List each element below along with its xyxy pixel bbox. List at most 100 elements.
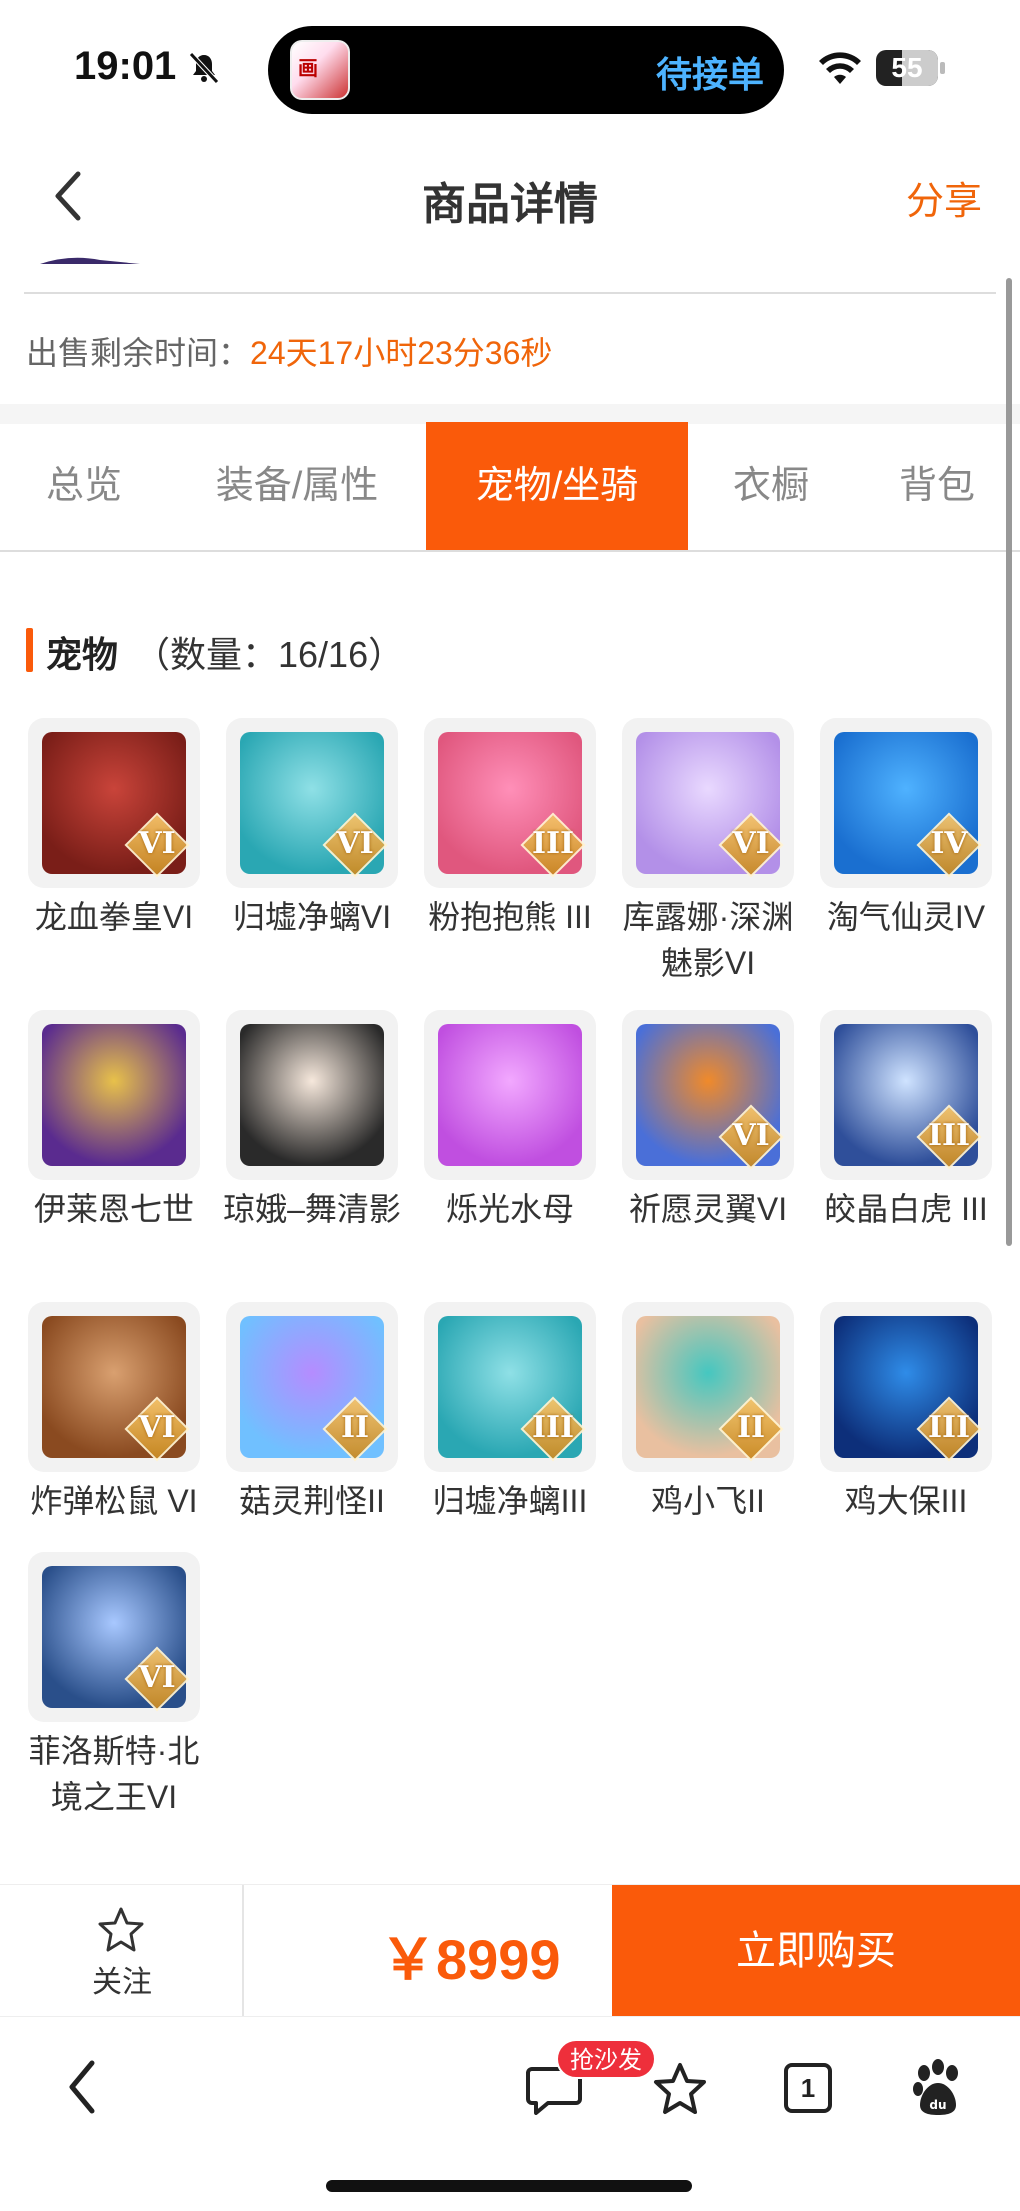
rank-badge-icon: VI bbox=[718, 812, 784, 878]
pet-name: 归墟净螭VI bbox=[232, 899, 392, 935]
scrollbar[interactable] bbox=[1006, 278, 1012, 1246]
pet-name: 祈愿灵翼VI bbox=[628, 1191, 788, 1227]
rank-badge-label: VI bbox=[138, 1410, 176, 1445]
follow-label: 关注 bbox=[92, 1966, 152, 1999]
pet-image bbox=[42, 1024, 186, 1166]
bell-off-icon bbox=[189, 52, 219, 84]
section-accent-bar bbox=[26, 628, 33, 672]
rank-badge-label: VI bbox=[336, 826, 374, 861]
rank-badge-icon: VI bbox=[322, 812, 388, 878]
rank-badge-label: III bbox=[531, 1410, 575, 1445]
rank-badge-icon: II bbox=[322, 1396, 388, 1462]
pet-card: III bbox=[424, 1302, 596, 1472]
browser-back-icon[interactable] bbox=[62, 2057, 102, 2117]
rank-badge-icon: IV bbox=[916, 812, 982, 878]
rank-badge-icon: III bbox=[916, 1396, 982, 1462]
page-header: 商品详情 分享 bbox=[0, 140, 1020, 250]
purchase-bar: 关注 ￥8999 立即购买 bbox=[0, 1884, 1020, 2017]
share-button[interactable]: 分享 bbox=[906, 170, 982, 225]
sale-remaining-time: 出售剩余时间：24天17小时23分36秒 bbox=[26, 328, 552, 374]
pet-card: II bbox=[226, 1302, 398, 1472]
comment-badge: 抢沙发 bbox=[556, 2039, 656, 2079]
pet-image bbox=[240, 1024, 384, 1166]
pet-card bbox=[28, 1010, 200, 1180]
pet-card: III bbox=[424, 718, 596, 888]
page-title: 商品详情 bbox=[422, 180, 598, 229]
pet-name: 龙血拳皇VI bbox=[34, 899, 194, 935]
follow-button[interactable]: 关注 bbox=[0, 1885, 244, 2017]
pet-name: 鸡大保III bbox=[844, 1483, 968, 1519]
rank-badge-label: IV bbox=[930, 826, 968, 861]
pet-card: II bbox=[622, 1302, 794, 1472]
rank-badge-icon: III bbox=[520, 812, 586, 878]
battery-icon: 55 bbox=[876, 50, 946, 86]
tab-count-button[interactable]: 1 bbox=[784, 2063, 832, 2113]
pet-card: VI bbox=[622, 718, 794, 888]
pet-card: IV bbox=[820, 718, 992, 888]
tab-equipment[interactable]: 装备/属性 bbox=[168, 422, 426, 550]
tab-pets-mounts[interactable]: 宠物/坐骑 bbox=[426, 422, 688, 550]
rank-badge-icon: VI bbox=[124, 812, 190, 878]
pet-name: 库露娜·深渊魅影VI bbox=[622, 899, 794, 981]
pet-card bbox=[226, 1010, 398, 1180]
tab-backpack[interactable]: 背包 bbox=[854, 422, 1020, 550]
pet-name: 伊莱恩七世 bbox=[33, 1191, 194, 1227]
section-title: 宠物 bbox=[46, 634, 119, 675]
pet-name: 菇灵荆怪II bbox=[239, 1483, 385, 1519]
rank-badge-label: VI bbox=[732, 1118, 770, 1153]
rank-badge-icon: VI bbox=[718, 1104, 784, 1170]
battery-level: 55 bbox=[891, 52, 923, 83]
price: ￥8999 bbox=[380, 1928, 561, 1991]
rank-badge-icon: VI bbox=[124, 1396, 190, 1462]
pet-image bbox=[438, 1024, 582, 1166]
pet-card: VI bbox=[226, 718, 398, 888]
baidu-paw-icon[interactable]: du bbox=[912, 2059, 964, 2117]
tab-wardrobe[interactable]: 衣橱 bbox=[688, 422, 854, 550]
pet-name: 归墟净螭III bbox=[432, 1483, 588, 1519]
rank-badge-icon: III bbox=[520, 1396, 586, 1462]
pet-name: 琼娥–舞清影 bbox=[223, 1191, 401, 1227]
pet-card: III bbox=[820, 1302, 992, 1472]
pet-name: 炸弹松鼠 VI bbox=[30, 1483, 198, 1519]
rank-badge-label: III bbox=[927, 1410, 971, 1445]
rank-badge-label: VI bbox=[138, 826, 176, 861]
pet-card: VI bbox=[622, 1010, 794, 1180]
rank-badge-icon: III bbox=[916, 1104, 982, 1170]
section-gap bbox=[0, 404, 1020, 424]
rank-badge-label: II bbox=[340, 1410, 370, 1445]
status-time: 19:01 bbox=[74, 44, 177, 88]
rank-badge-label: VI bbox=[732, 826, 770, 861]
pet-card: VI bbox=[28, 1302, 200, 1472]
rank-badge-label: III bbox=[927, 1118, 971, 1153]
dynamic-island[interactable]: 画 待接单 bbox=[268, 26, 784, 114]
status-bar: 19:01 画 待接单 55 bbox=[0, 0, 1020, 135]
rank-badge-icon: II bbox=[718, 1396, 784, 1462]
buy-now-button[interactable]: 立即购买 bbox=[612, 1885, 1020, 2017]
sale-time-label: 出售剩余时间： bbox=[26, 335, 251, 371]
app-icon: 画 bbox=[290, 40, 350, 100]
pet-card: VI bbox=[28, 1552, 200, 1722]
pet-card: III bbox=[820, 1010, 992, 1180]
rank-badge-label: VI bbox=[138, 1660, 176, 1695]
svg-text:du: du bbox=[929, 2098, 946, 2112]
island-status-text: 待接单 bbox=[655, 54, 764, 95]
tab-bar: 总览 装备/属性 宠物/坐骑 衣橱 背包 bbox=[0, 422, 1020, 552]
home-indicator bbox=[326, 2180, 692, 2192]
sale-time-value: 24天17小时23分36秒 bbox=[250, 335, 553, 371]
pet-name: 皎晶白虎 III bbox=[824, 1191, 988, 1227]
pet-name: 淘气仙灵IV bbox=[826, 899, 986, 935]
pet-name: 菲洛斯特·北境之王VI bbox=[28, 1733, 200, 1815]
divider bbox=[24, 292, 996, 294]
pet-name: 粉抱抱熊 III bbox=[428, 899, 592, 935]
star-outline-icon bbox=[98, 1907, 144, 1952]
rank-badge-label: III bbox=[531, 826, 575, 861]
rank-badge-icon: VI bbox=[124, 1646, 190, 1712]
tab-overview[interactable]: 总览 bbox=[0, 422, 168, 550]
pet-name: 鸡小飞II bbox=[651, 1483, 765, 1519]
pet-card: VI bbox=[28, 718, 200, 888]
rank-badge-label: II bbox=[736, 1410, 766, 1445]
wifi-icon bbox=[819, 52, 861, 84]
favorite-icon[interactable] bbox=[652, 2061, 708, 2117]
pet-name: 烁光水母 bbox=[445, 1191, 574, 1227]
pet-card bbox=[424, 1010, 596, 1180]
